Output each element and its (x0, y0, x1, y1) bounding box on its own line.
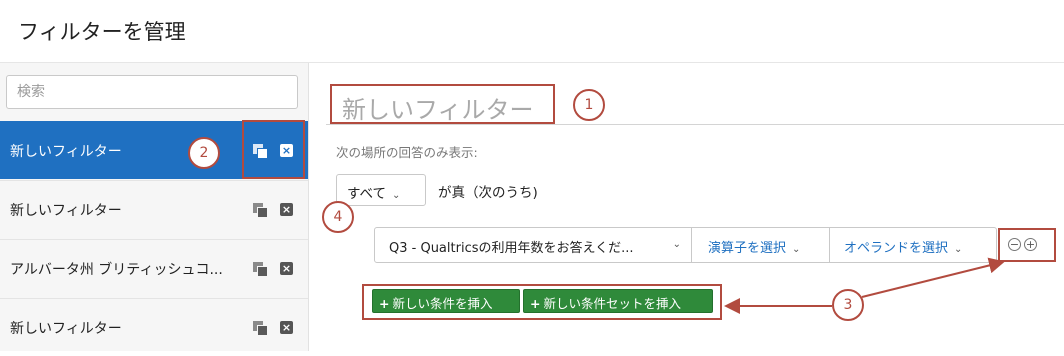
callout-arrows (724, 257, 1005, 314)
